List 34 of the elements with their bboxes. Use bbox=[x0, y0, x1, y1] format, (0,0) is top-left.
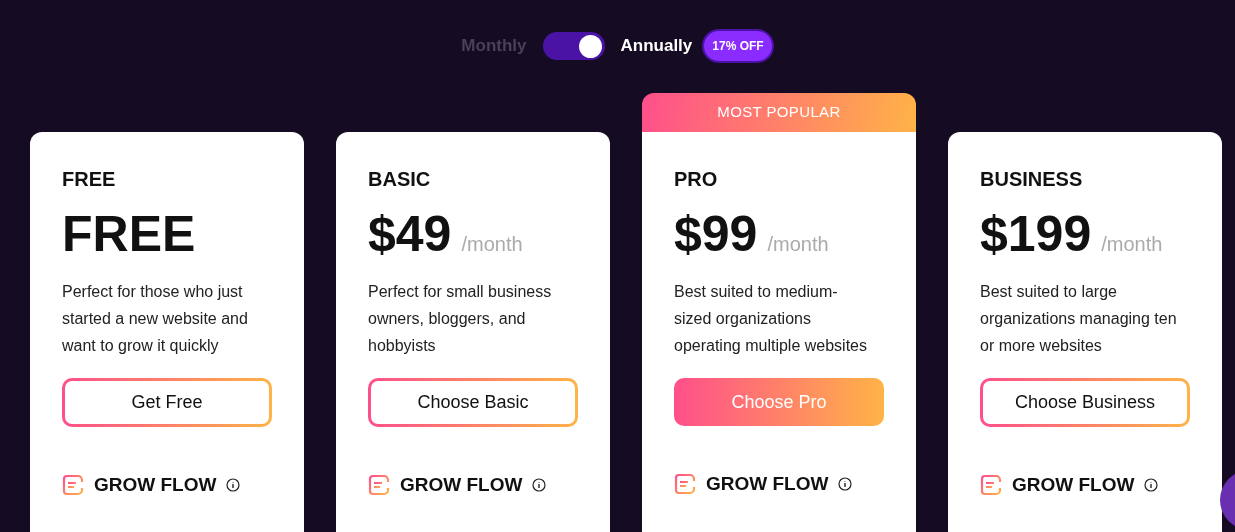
info-icon bbox=[532, 478, 547, 493]
price-period: /month bbox=[461, 232, 523, 257]
discount-badge: 17% OFF bbox=[702, 29, 774, 63]
feature-title: GROW FLOW bbox=[706, 472, 829, 496]
choose-plan-button[interactable]: Choose Basic bbox=[368, 378, 578, 427]
feature-title: GROW FLOW bbox=[400, 473, 523, 497]
info-icon bbox=[226, 478, 241, 493]
choose-plan-button[interactable]: Get Free bbox=[62, 378, 272, 427]
plan-price: $199 bbox=[980, 206, 1092, 262]
plan-name: BUSINESS bbox=[980, 167, 1084, 192]
logo-icon bbox=[368, 474, 390, 497]
price-period: /month bbox=[1101, 232, 1163, 257]
logo-icon bbox=[980, 474, 1002, 497]
choose-plan-button[interactable]: Choose Business bbox=[980, 378, 1190, 427]
plan-description: Perfect for small business owners, bloggers, and hobbyists bbox=[368, 282, 553, 356]
feature-title: GROW FLOW bbox=[1012, 473, 1135, 497]
plan-description: Best suited to medium-sized organizations operating multiple websites bbox=[674, 282, 868, 356]
plan-price: $49 bbox=[368, 206, 452, 262]
plan-name: PRO bbox=[674, 167, 719, 192]
plan-description: Best suited to large organizations managing ten or more websites bbox=[980, 282, 1178, 356]
most-popular-ribbon: MOST POPULAR bbox=[642, 93, 916, 132]
logo-icon bbox=[62, 474, 84, 497]
feature-title: GROW FLOW bbox=[94, 473, 217, 497]
billing-toggle[interactable] bbox=[542, 32, 605, 60]
logo-icon bbox=[674, 473, 696, 496]
annually-label: Annually bbox=[620, 35, 693, 58]
info-icon bbox=[838, 477, 853, 492]
plan-description: Perfect for those who just started a new website and want to grow it quickly bbox=[62, 282, 249, 356]
plan-price: $99 bbox=[674, 206, 758, 262]
plan-name: BASIC bbox=[368, 167, 432, 192]
price-period: /month bbox=[767, 232, 829, 257]
plan-name: FREE bbox=[62, 167, 117, 192]
plan-price: FREE bbox=[62, 206, 196, 262]
info-icon bbox=[1144, 478, 1159, 493]
